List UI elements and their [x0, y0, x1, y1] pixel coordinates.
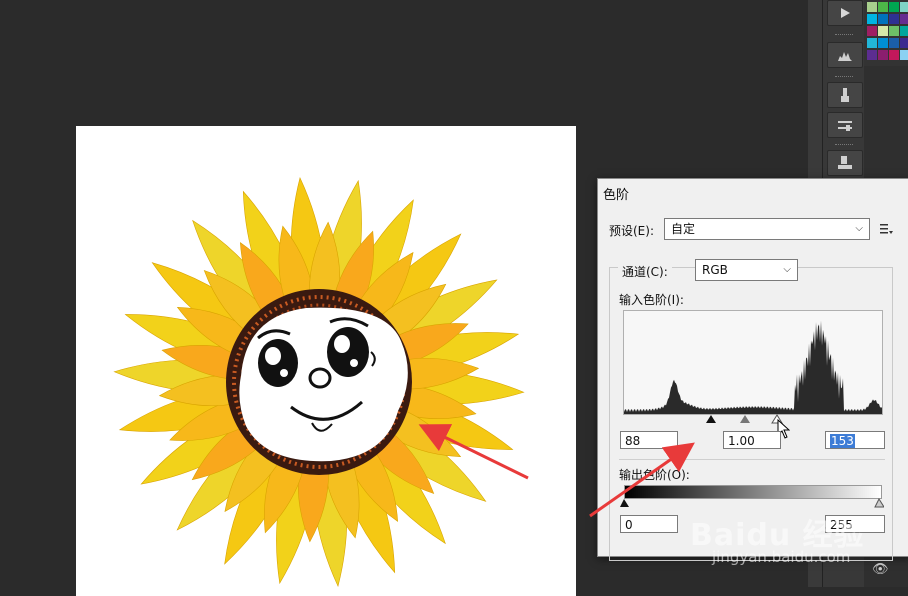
input-black-slider [706, 415, 716, 423]
input-slider-track[interactable] [623, 413, 881, 425]
color-swatch[interactable] [878, 2, 888, 12]
color-swatch[interactable] [867, 2, 877, 12]
adjust-icon[interactable] [827, 112, 863, 138]
output-white-slider [874, 497, 885, 508]
color-swatch[interactable] [889, 50, 899, 60]
color-swatch[interactable] [889, 2, 899, 12]
input-levels-label: 输入色阶(I): [619, 293, 684, 307]
histogram-area [624, 320, 882, 414]
histogram-graph [624, 320, 882, 414]
swatches-panel[interactable] [864, 0, 908, 66]
divider [619, 459, 885, 460]
sunflower-artwork [113, 176, 525, 588]
color-swatch[interactable] [878, 26, 888, 36]
channel-select[interactable]: RGB ⌵ [695, 259, 798, 281]
levels-dialog: 色阶 预设(E): 自定 ⌵ 通道(C): RGB ⌵ 输入色阶(I): 88 … [597, 178, 908, 561]
chevron-down-icon: ⌵ [855, 223, 863, 234]
color-swatch[interactable] [900, 26, 908, 36]
play-icon[interactable] [827, 0, 863, 26]
color-swatch[interactable] [889, 26, 899, 36]
color-swatch[interactable] [878, 50, 888, 60]
input-gamma-field[interactable]: 1.00 [723, 431, 781, 449]
color-swatch[interactable] [900, 14, 908, 24]
output-black-slider [620, 499, 629, 507]
input-white-field[interactable]: 153 [825, 431, 885, 449]
color-swatch[interactable] [900, 50, 908, 60]
color-swatch[interactable] [878, 38, 888, 48]
baidu-watermark-url: jingyan.baidu.com [712, 548, 851, 566]
panel-grip[interactable] [835, 76, 853, 79]
panel-grip[interactable] [835, 34, 853, 37]
color-swatch[interactable] [900, 38, 908, 48]
preset-options-icon[interactable] [879, 222, 893, 236]
output-levels-label: 输出色阶(O): [619, 468, 690, 482]
panel-grip[interactable] [835, 144, 853, 147]
color-swatch[interactable] [900, 2, 908, 12]
preset-value: 自定 [671, 222, 696, 236]
channel-label: 通道(C): [618, 263, 672, 280]
color-swatch[interactable] [867, 26, 877, 36]
input-gamma-slider [740, 415, 750, 423]
dialog-title: 色阶 [603, 188, 630, 203]
color-swatch[interactable] [867, 50, 877, 60]
input-white-value: 153 [830, 434, 855, 448]
color-swatch[interactable] [867, 14, 877, 24]
preset-label: 预设(E): [609, 224, 654, 238]
chevron-down-icon: ⌵ [783, 264, 791, 275]
color-swatch[interactable] [889, 14, 899, 24]
histogram-chart [623, 310, 883, 415]
cartoon-face [239, 307, 408, 462]
eye-icon[interactable]: 👁 [872, 562, 889, 577]
color-swatch[interactable] [878, 14, 888, 24]
input-black-field[interactable]: 88 [620, 431, 678, 449]
preset-select[interactable]: 自定 ⌵ [664, 218, 870, 240]
histogram-icon[interactable] [827, 42, 863, 68]
output-black-field[interactable]: 0 [620, 515, 678, 533]
brush-icon[interactable] [827, 82, 863, 108]
right-eye [327, 327, 369, 377]
document-canvas[interactable] [76, 126, 576, 596]
output-slider-track[interactable] [620, 497, 885, 509]
color-swatch[interactable] [889, 38, 899, 48]
color-swatch[interactable] [867, 38, 877, 48]
stamp-icon[interactable] [827, 150, 863, 176]
channel-value: RGB [702, 263, 728, 277]
